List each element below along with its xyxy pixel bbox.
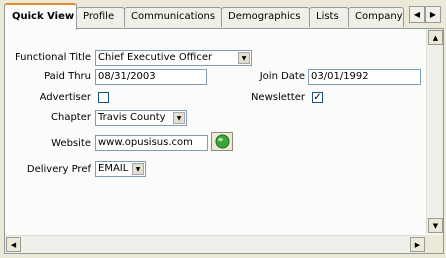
chevron-down-icon[interactable]: ▼ bbox=[173, 112, 185, 124]
tab-scroll-right-button[interactable]: ▶ bbox=[425, 6, 441, 23]
scroll-right-button[interactable]: ▶ bbox=[410, 237, 425, 252]
tab-profile[interactable]: Profile bbox=[76, 7, 125, 27]
chapter-value: Travis County bbox=[98, 112, 166, 123]
open-website-button[interactable] bbox=[211, 132, 233, 151]
checkmark-icon: ✓ bbox=[313, 92, 322, 103]
arrow-left-icon: ◀ bbox=[10, 240, 17, 249]
scroll-up-button[interactable]: ▲ bbox=[428, 30, 443, 45]
arrow-up-icon: ▲ bbox=[432, 33, 439, 42]
join-date-field[interactable]: 03/01/1992 bbox=[308, 69, 421, 85]
tab-lists[interactable]: Lists bbox=[309, 7, 349, 27]
arrow-down-icon: ▼ bbox=[432, 221, 439, 230]
functional-title-select[interactable]: Chief Executive Officer ▼ bbox=[95, 50, 252, 66]
website-label: Website bbox=[51, 138, 91, 149]
chapter-label: Chapter bbox=[51, 112, 91, 123]
delivery-pref-select[interactable]: EMAIL ▼ bbox=[95, 161, 146, 177]
advertiser-label: Advertiser bbox=[39, 92, 91, 103]
scrollbar-corner bbox=[425, 235, 443, 253]
website-field[interactable]: www.opusisus.com bbox=[95, 135, 208, 151]
scroll-left-button[interactable]: ◀ bbox=[6, 237, 21, 252]
arrow-right-icon: ▶ bbox=[414, 240, 421, 249]
functional-title-value: Chief Executive Officer bbox=[98, 52, 213, 63]
chapter-select[interactable]: Travis County ▼ bbox=[95, 110, 187, 126]
newsletter-checkbox[interactable]: ✓ bbox=[312, 92, 323, 103]
horizontal-scrollbar[interactable]: ◀ ▶ bbox=[5, 235, 426, 253]
arrow-left-icon: ◀ bbox=[413, 10, 421, 19]
arrow-right-icon: ▶ bbox=[429, 10, 437, 19]
chevron-down-icon[interactable]: ▼ bbox=[132, 163, 144, 175]
paid-thru-field[interactable]: 08/31/2003 bbox=[95, 69, 207, 85]
tab-communications[interactable]: Communications bbox=[124, 7, 222, 27]
globe-icon bbox=[215, 134, 229, 149]
tab-demographics[interactable]: Demographics bbox=[221, 7, 310, 27]
vertical-scrollbar[interactable]: ▲ ▼ bbox=[426, 29, 443, 234]
tab-quick-view[interactable]: Quick View bbox=[4, 3, 77, 30]
newsletter-label: Newsletter bbox=[250, 92, 305, 103]
functional-title-label: Functional Title bbox=[14, 52, 91, 63]
advertiser-checkbox[interactable] bbox=[98, 92, 109, 103]
delivery-pref-value: EMAIL bbox=[98, 163, 129, 174]
tab-scroll-left-button[interactable]: ◀ bbox=[409, 6, 425, 23]
tab-company[interactable]: Company bbox=[348, 7, 404, 27]
delivery-pref-label: Delivery Pref bbox=[26, 164, 91, 175]
quick-view-panel: Functional Title Chief Executive Officer… bbox=[4, 28, 444, 254]
scroll-down-button[interactable]: ▼ bbox=[428, 218, 443, 233]
paid-thru-label: Paid Thru bbox=[44, 71, 91, 82]
join-date-label: Join Date bbox=[259, 71, 305, 82]
chevron-down-icon[interactable]: ▼ bbox=[238, 52, 250, 64]
